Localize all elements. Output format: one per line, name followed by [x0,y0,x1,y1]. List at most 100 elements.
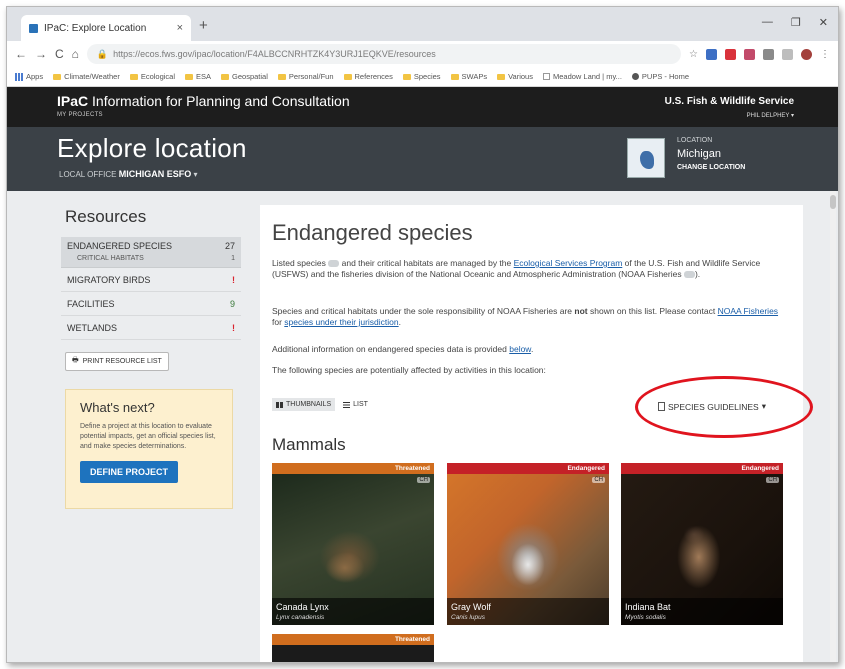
ecological-services-link[interactable]: Ecological Services Program [514,258,623,268]
text: Species and critical habitats under the … [272,306,573,316]
sidebar-item-wetlands[interactable]: WETLANDS ! [61,316,241,340]
bookmark-folder[interactable]: ESA [185,72,211,81]
extension-icon[interactable] [763,48,774,60]
status-badge: Threatened [272,463,434,474]
profile-avatar[interactable] [801,48,812,60]
folder-icon [402,73,411,80]
status-badge: Endangered [621,463,783,474]
local-office: LOCAL OFFICE MICHIGAN ESFO ▾ [59,169,198,179]
annotation-circle [635,376,813,438]
bookmark-label: SWAPs [461,72,488,81]
sidebar-item-label: WETLANDS [67,322,118,333]
bookmark-link[interactable]: PUPS - Home [631,72,690,81]
below-link[interactable]: below [509,344,531,354]
page-scrollbar[interactable] [830,191,836,662]
bookmark-label: Various [508,72,533,81]
maximize-icon[interactable]: ❐ [791,16,801,29]
sidebar-item-migratory-birds[interactable]: MIGRATORY BIRDS ! [61,268,241,292]
resources-sidebar: Resources ENDANGERED SPECIES 27 CRITICAL… [61,207,241,509]
user-menu[interactable]: PHIL DELPHEY ▾ [747,112,794,119]
whats-next-title: What's next? [80,400,155,415]
browser-tab[interactable]: IPaC: Explore Location × [21,15,191,41]
text: . [398,317,402,327]
text: for [272,317,282,327]
new-tab-icon[interactable]: + [199,17,208,34]
scrollbar-thumb[interactable] [830,195,836,209]
bookmark-folder[interactable]: Various [497,72,533,81]
species-card-indiana-bat[interactable]: Endangered CH Indiana Bat Myotis sodalis [621,463,783,625]
tab-close-icon[interactable]: × [177,22,183,34]
my-projects-link[interactable]: MY PROJECTS [57,112,103,118]
extension-icon[interactable] [706,48,717,60]
text: Additional information on endangered spe… [272,344,507,354]
text: Listed species [272,258,326,268]
alert-icon: ! [232,322,235,333]
species-jurisdiction-link[interactable]: species under their jurisdiction [284,317,398,327]
extension-icon[interactable] [725,48,736,60]
apps-icon [15,72,23,81]
species-photo [272,645,434,662]
sidebar-item-endangered-species[interactable]: ENDANGERED SPECIES 27 [61,237,241,255]
home-icon[interactable]: ⌂ [72,47,79,61]
species-caption: Indiana Bat Myotis sodalis [621,598,783,625]
list-icon [343,401,351,408]
bookmark-label: Ecological [140,72,176,81]
ipac-favicon-icon [29,23,38,33]
office-name[interactable]: MICHIGAN ESFO [119,169,192,179]
bookmark-folder[interactable]: Ecological [129,72,176,81]
minimize-icon[interactable]: — [762,16,773,29]
bookmark-folder[interactable]: Species [402,72,441,81]
resource-list: ENDANGERED SPECIES 27 CRITICAL HABITATS … [61,237,241,340]
ipac-brand[interactable]: IPaC Information for Planning and Consul… [57,93,350,109]
bookmark-apps[interactable]: Apps [15,72,43,81]
species-card-partial[interactable]: Threatened [272,634,434,662]
folder-icon [450,73,459,80]
endangered-species-panel: Endangered species Listed species and th… [260,205,813,662]
bookmark-label: PUPS - Home [641,72,690,81]
window-close-icon[interactable]: ✕ [819,16,828,29]
reload-icon[interactable]: C [55,47,64,61]
define-project-button[interactable]: DEFINE PROJECT [80,461,179,483]
info-icon[interactable] [683,271,695,279]
bookmark-folder[interactable]: References [343,72,393,81]
url-input[interactable]: 🔒 https://ecos.fws.gov/ipac/location/F4A… [86,44,682,64]
agency-name[interactable]: U.S. Fish & Wildlife Service [665,96,794,107]
affected-species-paragraph: The following species are potentially af… [272,365,546,375]
species-card-gray-wolf[interactable]: Endangered CH Gray Wolf Canis lupus [447,463,609,625]
bookmark-folder[interactable]: Climate/Weather [53,72,120,81]
location-hero: Explore location LOCAL OFFICE MICHIGAN E… [7,127,838,191]
thumbnails-toggle[interactable]: THUMBNAILS [272,398,336,411]
bookmark-label: ESA [196,72,212,81]
list-toggle[interactable]: LIST [339,398,372,411]
folder-icon [221,73,230,80]
bookmark-link[interactable]: Meadow Land | my... [542,72,622,81]
page-icon [542,73,550,80]
location-map-thumbnail[interactable] [627,138,665,178]
text: . [530,344,534,354]
bookmark-folder[interactable]: SWAPs [450,72,488,81]
noaa-fisheries-link[interactable]: NOAA Fisheries [718,306,778,316]
sidebar-item-facilities[interactable]: FACILITIES 9 [61,292,241,316]
back-icon[interactable]: ← [15,47,27,61]
change-location-link[interactable]: CHANGE LOCATION [677,164,745,171]
extension-icon[interactable] [744,48,755,60]
ipac-header: IPaC Information for Planning and Consul… [7,87,838,127]
critical-habitat-badge: CH [592,477,605,483]
print-resource-list-button[interactable]: 🖶 PRINT RESOURCE LIST [65,352,169,371]
sidebar-item-label: ENDANGERED SPECIES [67,241,173,251]
star-icon[interactable]: ☆ [689,49,698,60]
noaa-paragraph: Species and critical habitats under the … [272,306,787,328]
info-icon[interactable] [328,260,340,268]
species-card-canada-lynx[interactable]: Threatened CH Canada Lynx Lynx canadensi… [272,463,434,625]
status-badge: Endangered [447,463,609,474]
intro-paragraph: Listed species and their critical habita… [272,258,787,280]
bookmark-folder[interactable]: Personal/Fun [277,72,334,81]
view-toggle: THUMBNAILS LIST [272,398,372,411]
sidebar-item-critical-habitats[interactable]: CRITICAL HABITATS 1 [61,255,241,268]
menu-icon[interactable]: ⋮ [820,49,830,60]
bookmark-folder[interactable]: Geospatial [221,72,268,81]
alert-icon: ! [232,274,235,285]
browser-window: IPaC: Explore Location × + — ❐ ✕ ← → C ⌂… [6,6,839,663]
extension-icon[interactable] [782,48,793,60]
forward-icon[interactable]: → [35,47,47,61]
